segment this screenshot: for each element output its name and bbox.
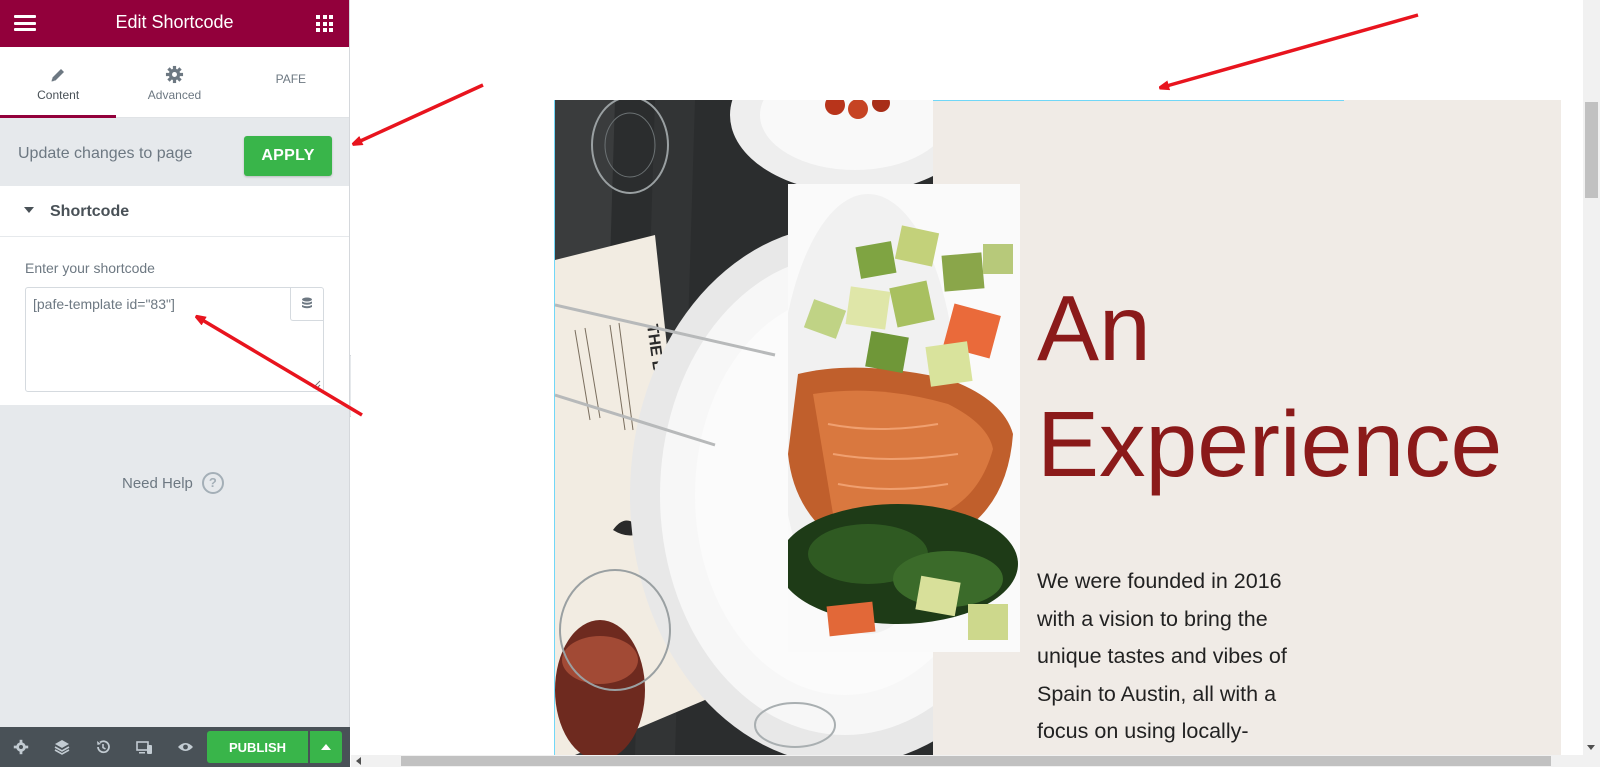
horizontal-scrollbar[interactable]: [351, 755, 1600, 767]
about-paragraph: We were founded in 2016 with a vision to…: [1037, 569, 1287, 743]
shortcode-field-label: Enter your shortcode: [25, 260, 155, 276]
need-help-label: Need Help: [122, 474, 193, 492]
section-title: Shortcode: [50, 203, 130, 220]
preview-eye-icon[interactable]: [176, 738, 194, 756]
panel-tabs: Content Advanced PAFE: [0, 47, 349, 118]
widgets-grid-icon[interactable]: [316, 15, 333, 32]
salmon-dish-image[interactable]: [788, 184, 1020, 652]
publish-options-button[interactable]: [310, 731, 342, 763]
vertical-scrollbar[interactable]: [1583, 0, 1600, 755]
hero-heading: An Experience: [1037, 270, 1502, 502]
dynamic-tags-button[interactable]: [290, 288, 323, 321]
page-preview: THE BITE An Experience We were founded i…: [351, 0, 1600, 767]
panel-title: Edit Shortcode: [115, 12, 234, 32]
layers-icon[interactable]: [53, 738, 71, 756]
gear-icon: [116, 62, 232, 84]
publish-button[interactable]: PUBLISH: [207, 731, 308, 763]
tab-advanced-label: Advanced: [147, 88, 202, 102]
horizontal-scroll-thumb[interactable]: [401, 756, 1551, 766]
tab-pafe-label: PAFE: [275, 72, 307, 86]
resize-handle-icon[interactable]: [312, 380, 321, 389]
section-toggle[interactable]: Shortcode: [0, 186, 349, 237]
tab-advanced[interactable]: Advanced: [116, 47, 232, 117]
panel-header: Edit Shortcode: [0, 0, 349, 47]
responsive-mode-icon[interactable]: [135, 738, 153, 756]
history-icon[interactable]: [94, 738, 112, 756]
editor-panel: Edit Shortcode Content Advanced PAFE Upd…: [0, 0, 350, 767]
settings-gear-icon[interactable]: [12, 738, 30, 756]
database-icon: [302, 297, 312, 309]
apply-hint: Update changes to page: [18, 145, 193, 162]
heading-line-2: Experience: [1037, 392, 1503, 496]
pencil-icon: [0, 62, 116, 84]
apply-button[interactable]: APPLY: [244, 136, 332, 176]
tab-pafe[interactable]: PAFE: [233, 47, 349, 117]
heading-line-1: An: [1037, 276, 1151, 380]
panel-footer: PUBLISH: [0, 727, 350, 767]
apply-row: Update changes to page APPLY: [0, 118, 349, 186]
shortcode-input[interactable]: [pafe-template id="83"]: [26, 288, 288, 391]
scroll-left-arrow-icon[interactable]: [356, 757, 361, 765]
tab-content[interactable]: Content: [0, 47, 117, 118]
shortcode-section: Shortcode Enter your shortcode [pafe-tem…: [0, 186, 349, 405]
question-icon: ?: [201, 472, 224, 494]
tab-content-label: Content: [37, 88, 80, 102]
caret-down-icon: [24, 207, 34, 213]
vertical-scroll-thumb[interactable]: [1585, 102, 1598, 198]
scroll-down-arrow-icon[interactable]: [1587, 745, 1595, 750]
section-body: Enter your shortcode [pafe-template id="…: [0, 237, 349, 405]
shortcode-box: [pafe-template id="83"]: [25, 287, 324, 392]
need-help-link[interactable]: Need Help ?: [122, 472, 224, 494]
